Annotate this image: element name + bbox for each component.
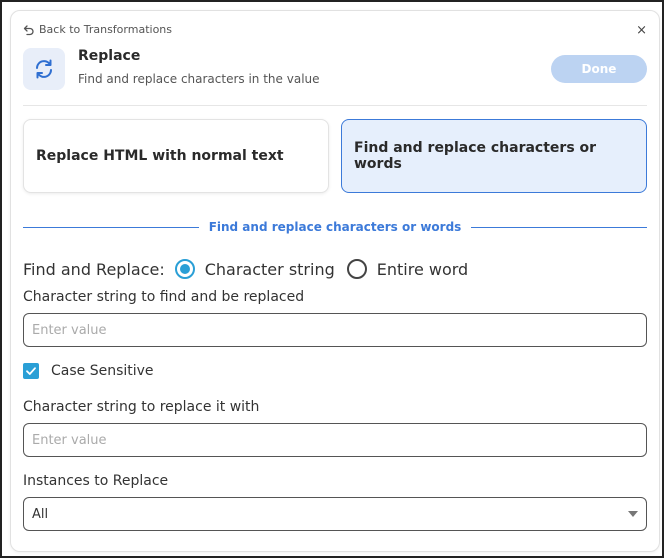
back-to-transformations-link[interactable]: Back to Transformations [23,23,172,36]
radio-character-string-label: Character string [204,259,335,279]
radio-entire-word[interactable] [346,259,367,279]
section-divider-line-right [471,226,648,228]
radio-entire-word-label: Entire word [376,259,469,279]
instances-select[interactable]: All [23,497,647,531]
option-find-replace-label: Find and replace characters or words [354,140,597,172]
screenshot-frame: Back to Transformations × Replace Find a… [0,0,664,558]
case-sensitive-row: Case Sensitive [23,363,154,379]
section-divider-label: Find and replace characters or words [208,220,462,234]
option-replace-html[interactable]: Replace HTML with normal text [23,119,329,193]
checkmark-icon [26,367,36,375]
case-sensitive-checkbox[interactable] [23,363,39,379]
case-sensitive-label: Case Sensitive [51,363,154,379]
section-divider-line-left [23,226,199,228]
find-mode-label: Find and Replace: [23,259,165,279]
header-divider [23,105,647,106]
find-string-label: Character string to find and be replaced [23,289,305,305]
replace-string-label: Character string to replace it with [23,399,260,415]
instances-label: Instances to Replace [23,473,169,489]
replace-panel: Back to Transformations × Replace Find a… [10,10,660,552]
done-button[interactable]: Done [551,55,647,83]
section-divider: Find and replace characters or words [23,219,648,235]
close-icon[interactable]: × [636,24,647,38]
page-subtitle: Find and replace characters in the value [78,72,320,86]
find-string-input[interactable] [23,313,647,347]
option-find-replace[interactable]: Find and replace characters or words [341,119,647,193]
back-arrow-icon [23,24,34,35]
refresh-icon [23,48,65,90]
caret-down-icon [628,511,638,517]
radio-selected-dot [179,264,190,274]
find-mode-group: Find and Replace: Character string Entir… [23,256,468,282]
back-link-label: Back to Transformations [39,23,172,36]
radio-character-string[interactable] [174,259,195,279]
instances-select-value: All [32,506,49,522]
option-replace-html-label: Replace HTML with normal text [36,148,284,164]
replace-string-input[interactable] [23,423,647,457]
page-title: Replace [78,48,141,64]
